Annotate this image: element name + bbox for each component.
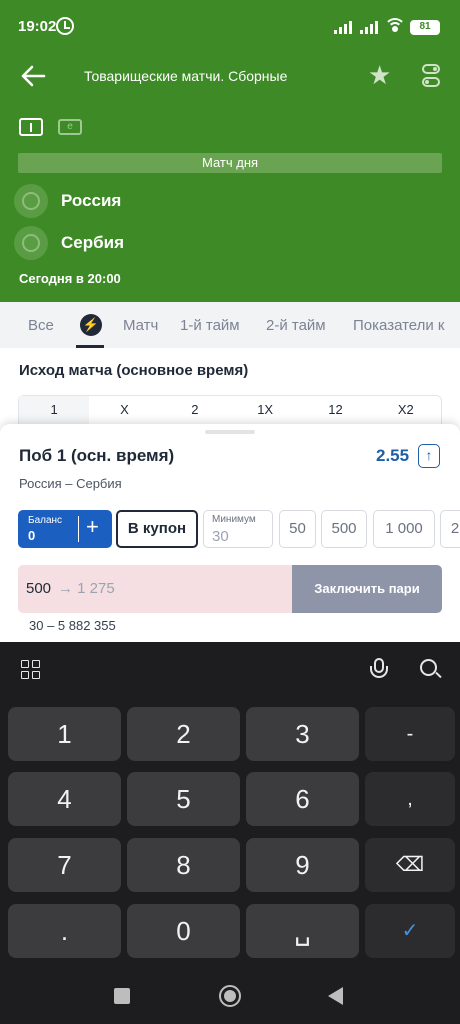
home-icon[interactable]: [219, 985, 241, 1007]
numeric-keyboard: 1 2 3- 4 5 6, 7 8 9 ⌫. 0 ␣ ✓: [0, 642, 460, 1024]
team-home-name: Россия: [61, 191, 122, 210]
min-stake-value: 30: [212, 528, 229, 545]
key-dot[interactable]: .: [8, 904, 121, 958]
match-of-day-banner: Матч дня: [18, 153, 442, 173]
microphone-icon[interactable]: [370, 658, 388, 682]
key-1[interactable]: 1: [8, 707, 121, 761]
outcome-x2[interactable]: X2: [371, 396, 441, 425]
stats-icon[interactable]: e: [58, 119, 82, 135]
app-header: Товарищеские матчи. Сборные ★: [0, 58, 460, 98]
outcome-12[interactable]: 12: [300, 396, 370, 425]
quick-stake-50[interactable]: 50: [279, 510, 316, 548]
match-start-time: Сегодня в 20:00: [19, 271, 121, 286]
settings-toggle-icon[interactable]: [422, 64, 444, 90]
min-stake-label: Минимум: [212, 514, 256, 525]
tab-second-half[interactable]: 2-й тайм: [266, 317, 326, 334]
balance-button[interactable]: Баланс 0 +: [18, 510, 112, 548]
key-7[interactable]: 7: [8, 838, 121, 892]
outcome-1x[interactable]: 1X: [230, 396, 300, 425]
sheet-drag-handle[interactable]: [205, 430, 255, 434]
key-done[interactable]: ✓: [365, 904, 455, 958]
team-row-away: Сербия: [14, 226, 314, 260]
market-tabs: Все ⚡ Матч 1-й тайм 2-й тайм Показатели …: [0, 302, 460, 348]
recents-icon[interactable]: [114, 988, 130, 1004]
key-space[interactable]: ␣: [246, 904, 359, 958]
key-6[interactable]: 6: [246, 772, 359, 826]
battery-icon: 81: [410, 20, 440, 35]
signal-icon: [334, 20, 352, 34]
quick-stake-500[interactable]: 500: [321, 510, 367, 548]
bet-slip-sheet: Поб 1 (осн. время) 2.55 ↑ Россия – Серби…: [0, 424, 460, 642]
keyboard-toolbar: [0, 642, 460, 698]
favorite-star-icon[interactable]: ★: [368, 60, 391, 91]
tab-stats[interactable]: Показатели к: [353, 317, 445, 334]
screen: 19:02 81 Товарищеские матчи. Сборные ★ e…: [0, 0, 460, 1024]
wifi-icon: [384, 18, 406, 34]
tab-all[interactable]: Все: [28, 317, 54, 334]
key-0[interactable]: 0: [127, 904, 240, 958]
quick-stake-more[interactable]: 2: [440, 510, 460, 548]
min-stake-chip[interactable]: Минимум 30: [203, 510, 273, 548]
key-9[interactable]: 9: [246, 838, 359, 892]
key-4[interactable]: 4: [8, 772, 121, 826]
status-bar: 19:02 81: [0, 0, 460, 48]
key-3[interactable]: 3: [246, 707, 359, 761]
add-to-coupon-button[interactable]: В купон: [116, 510, 198, 548]
balance-value: 0: [28, 528, 36, 543]
team-row-home: Россия: [14, 184, 314, 218]
stake-chips: Баланс 0 + В купон Минимум 30 50 500 1 0…: [18, 510, 460, 548]
key-minus[interactable]: -: [365, 707, 455, 761]
team-logo-icon: [14, 184, 48, 218]
signal-icon-2: [360, 20, 378, 34]
info-icon[interactable]: [19, 118, 43, 136]
team-away-name: Сербия: [61, 233, 124, 252]
event-header-panel: 19:02 81 Товарищеские матчи. Сборные ★ e…: [0, 0, 460, 302]
stake-range: 30 – 5 882 355: [29, 618, 116, 633]
back-icon[interactable]: [328, 987, 343, 1005]
tab-match[interactable]: Матч: [123, 317, 158, 334]
bet-match-name: Россия – Сербия: [19, 476, 122, 491]
outcome-1[interactable]: 1: [19, 396, 90, 425]
apps-grid-icon[interactable]: [21, 660, 41, 680]
status-time: 19:02: [18, 18, 57, 35]
outcome-header-row: 1 X 2 1X 12 X2: [18, 395, 442, 425]
key-2[interactable]: 2: [127, 707, 240, 761]
team-logo-icon: [14, 226, 48, 260]
market-title: Исход матча (основное время): [19, 362, 249, 379]
system-nav-bar: [0, 968, 460, 1024]
page-title: Товарищеские матчи. Сборные: [84, 68, 288, 84]
search-icon[interactable]: [420, 659, 437, 676]
balance-divider: [78, 516, 79, 542]
tab-first-half[interactable]: 1-й тайм: [180, 317, 240, 334]
odds-up-arrow-icon: ↑: [418, 444, 440, 468]
bet-selection-title: Поб 1 (осн. время): [19, 446, 175, 465]
key-comma[interactable]: ,: [365, 772, 455, 826]
stake-input[interactable]: 500 → 1 275: [18, 565, 292, 613]
stake-value: 500: [26, 580, 52, 597]
balance-label: Баланс: [28, 515, 63, 526]
live-bolt-icon[interactable]: ⚡: [80, 314, 102, 336]
add-funds-icon[interactable]: +: [86, 515, 99, 539]
stake-input-row: 500 → 1 275 Заключить пари: [18, 565, 442, 613]
key-5[interactable]: 5: [127, 772, 240, 826]
alarm-icon: [56, 17, 74, 35]
back-arrow-icon[interactable]: [20, 64, 46, 88]
key-8[interactable]: 8: [127, 838, 240, 892]
quick-stake-1000[interactable]: 1 000: [373, 510, 435, 548]
key-backspace[interactable]: ⌫: [365, 838, 455, 892]
potential-win: → 1 275: [58, 580, 115, 597]
place-bet-button[interactable]: Заключить пари: [292, 565, 442, 613]
outcome-x[interactable]: X: [89, 396, 159, 425]
tab-active-indicator: [76, 345, 104, 348]
bet-odds: 2.55: [376, 446, 410, 465]
outcome-2[interactable]: 2: [160, 396, 230, 425]
